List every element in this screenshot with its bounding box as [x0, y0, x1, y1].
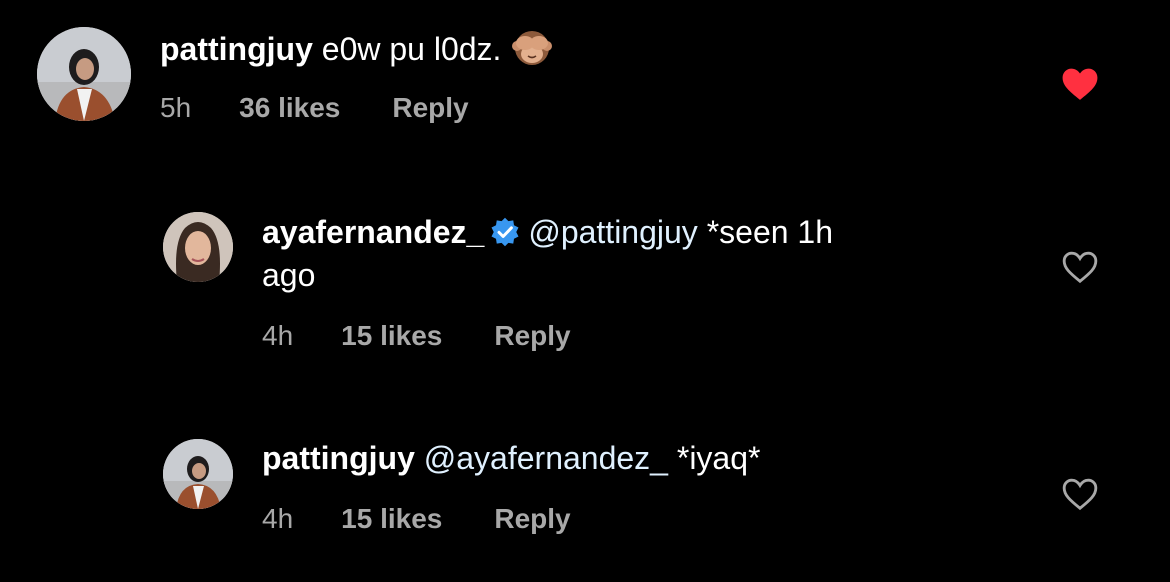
comment-text-line-2: ago: [262, 254, 315, 296]
mention-link[interactable]: @ayafernandez_: [424, 440, 668, 476]
comment-time: 4h: [262, 320, 294, 351]
avatar[interactable]: [163, 212, 233, 282]
verified-badge-icon: [490, 215, 520, 247]
avatar[interactable]: [163, 439, 233, 509]
comment-text-line: pattingjuy @ayafernandez_ *iyaq*: [262, 437, 760, 479]
comment-meta: 5h 36 likes Reply: [160, 92, 469, 124]
heart-outline-icon[interactable]: [1061, 249, 1099, 285]
reply-button[interactable]: Reply: [392, 92, 468, 124]
comment-text-line: ayafernandez_ @pattingjuy *seen 1h: [262, 211, 833, 253]
comment-time: 4h: [262, 503, 294, 534]
heart-filled-icon[interactable]: [1061, 66, 1099, 102]
comment-text: ago: [262, 257, 316, 293]
comment-meta: 4h 15 likes Reply: [262, 503, 571, 535]
avatar-photo: [37, 27, 131, 121]
reply-button[interactable]: Reply: [494, 320, 570, 352]
reply-button[interactable]: Reply: [494, 503, 570, 535]
comment-text: *iyaq*: [676, 440, 761, 476]
see-no-evil-monkey-icon: [511, 26, 553, 68]
avatar-photo: [163, 212, 233, 282]
comment-username[interactable]: pattingjuy: [160, 31, 313, 67]
avatar-photo: [163, 439, 233, 509]
mention-link[interactable]: @pattingjuy: [528, 214, 697, 250]
comment-time: 5h: [160, 92, 192, 123]
comment-likes[interactable]: 36 likes: [239, 92, 340, 124]
comment-text: *seen 1h: [706, 214, 834, 250]
avatar[interactable]: [37, 27, 131, 121]
comment-likes[interactable]: 15 likes: [341, 503, 442, 535]
comment-text: e0w pu l0dz.: [321, 31, 502, 67]
comment-username[interactable]: pattingjuy: [262, 440, 415, 476]
comment-meta: 4h 15 likes Reply: [262, 320, 571, 352]
comment-text-line: pattingjuy e0w pu l0dz.: [160, 26, 553, 70]
heart-outline-icon[interactable]: [1061, 476, 1099, 512]
comment-likes[interactable]: 15 likes: [341, 320, 442, 352]
comment-username[interactable]: ayafernandez_: [262, 214, 484, 250]
